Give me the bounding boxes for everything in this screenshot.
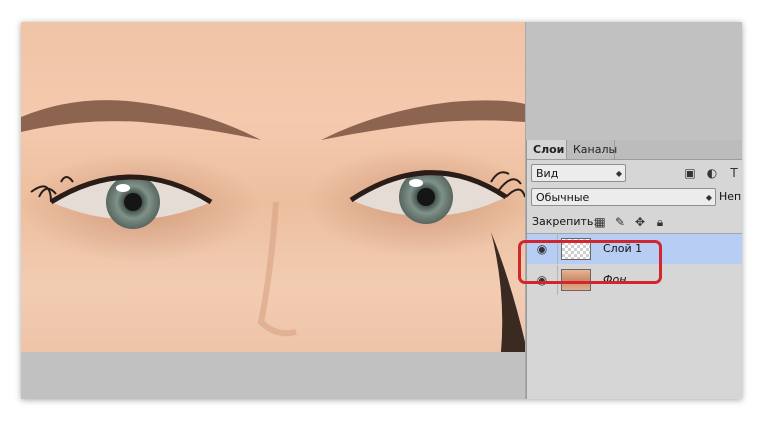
lock-row: Закрепить: ▦ ✎ ✥ 🔒︎ (527, 211, 742, 233)
document-canvas[interactable] (21, 22, 525, 352)
lock-brush-icon[interactable]: ✎ (613, 214, 627, 230)
layers-list: ◉ Слой 1 ◉ Фон (527, 233, 742, 399)
blend-row: Обычные ◆ Неп (527, 186, 742, 210)
panel-tabs: Слои Каналы (527, 140, 742, 160)
lock-position-icon[interactable]: ✥ (633, 214, 647, 230)
lock-all-icon[interactable]: 🔒︎ (653, 214, 667, 230)
updown-arrow-icon: ◆ (615, 169, 622, 178)
lock-transparency-icon[interactable]: ▦ (593, 214, 607, 230)
updown-arrow-icon: ◆ (705, 193, 712, 202)
photoshop-window: Слои Каналы Вид ◆ ▣ ◐ T Обычные ◆ Неп За… (21, 22, 742, 399)
layer-filter-select[interactable]: Вид ◆ (531, 164, 626, 182)
tab-channels[interactable]: Каналы (567, 140, 617, 159)
layer-name[interactable]: Слой 1 (603, 234, 642, 264)
eye-icon[interactable]: ◉ (527, 265, 558, 295)
layers-panel: Слои Каналы Вид ◆ ▣ ◐ T Обычные ◆ Неп За… (526, 140, 742, 399)
eye-icon[interactable]: ◉ (527, 234, 558, 264)
canvas-pasteboard (21, 352, 525, 399)
image-filter-icon[interactable]: ▣ (683, 166, 697, 180)
layer-thumbnail (561, 269, 591, 291)
filter-row: Вид ◆ ▣ ◐ T (527, 161, 742, 185)
blend-mode-select[interactable]: Обычные ◆ (531, 188, 716, 206)
eyes-photo (21, 100, 525, 352)
layer-name[interactable]: Фон (603, 265, 626, 295)
adjustment-filter-icon[interactable]: ◐ (705, 166, 719, 180)
layer-row[interactable]: ◉ Слой 1 (527, 234, 742, 264)
opacity-label: Неп (719, 190, 742, 203)
tab-layers[interactable]: Слои (527, 140, 567, 159)
lock-label: Закрепить: (532, 215, 598, 228)
layer-row[interactable]: ◉ Фон (527, 265, 742, 295)
type-filter-icon[interactable]: T (727, 166, 741, 180)
layer-thumbnail (561, 238, 591, 260)
blend-mode-value: Обычные (536, 191, 590, 204)
layer-filter-value: Вид (536, 167, 559, 180)
